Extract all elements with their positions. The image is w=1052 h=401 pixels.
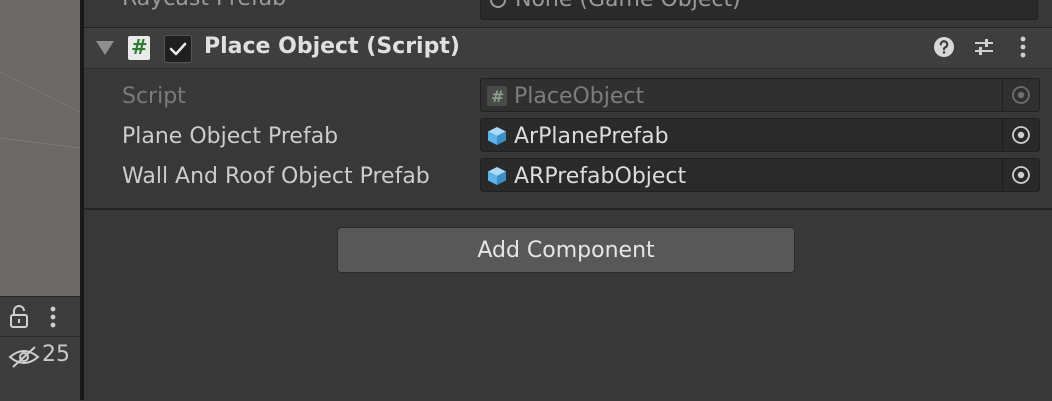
property-value: PlaceObject [514, 84, 645, 109]
prefab-cube-icon [487, 126, 507, 150]
component-separator [84, 208, 1052, 210]
component-title: Place Object (Script) [204, 34, 460, 59]
wall-and-roof-object-prefab-field[interactable]: ARPrefabObject [480, 158, 1040, 192]
previous-property-label: Raycast Prefab [122, 0, 286, 11]
prefab-cube-icon [487, 166, 507, 190]
previous-property-value: None (Game Object) [515, 0, 741, 12]
previous-property-row: Raycast Prefab None (Game Object) [84, 0, 1052, 28]
triangle-down-icon[interactable] [96, 41, 114, 55]
add-component-button[interactable]: Add Component [337, 227, 795, 273]
eye-slash-icon[interactable] [8, 345, 40, 373]
property-row-wall-and-roof-object-prefab: Wall And Roof Object Prefab ARPrefabObje… [84, 156, 1052, 194]
object-picker-button [1002, 79, 1039, 111]
component-enabled-checkbox[interactable] [164, 35, 192, 63]
property-value: ARPrefabObject [514, 164, 687, 189]
target-icon [1012, 126, 1030, 144]
svg-text:#: # [491, 87, 504, 106]
scene-view-fragment[interactable] [0, 0, 80, 296]
property-row-script: Script # PlaceObject [84, 76, 1052, 114]
script-object-field: # PlaceObject [480, 78, 1040, 112]
component-header[interactable]: # Place Object (Script) [84, 28, 1052, 69]
kebab-menu-icon[interactable] [1018, 36, 1028, 62]
gameobject-icon [489, 0, 507, 13]
hierarchy-toolbar [0, 296, 80, 337]
property-label: Wall And Roof Object Prefab [122, 164, 430, 189]
lock-open-icon[interactable] [8, 305, 30, 333]
hidden-layers-count: 25 [42, 342, 70, 367]
property-value: ArPlanePrefab [514, 124, 669, 149]
property-row-plane-object-prefab: Plane Object Prefab ArPlanePrefab [84, 116, 1052, 154]
target-icon [1012, 166, 1030, 184]
script-hash-icon: # [487, 86, 507, 110]
previous-property-field[interactable]: None (Game Object) [480, 0, 1038, 20]
kebab-menu-icon[interactable] [48, 305, 58, 333]
csharp-script-icon: # [128, 35, 150, 60]
help-circle-icon[interactable] [933, 36, 955, 62]
object-picker-button[interactable] [1002, 159, 1039, 191]
property-label: Script [122, 84, 186, 109]
object-picker-button[interactable] [1002, 119, 1039, 151]
sliders-icon[interactable] [973, 36, 995, 62]
inspector-panel: Raycast Prefab None (Game Object) # Plac… [84, 0, 1052, 400]
target-icon [1012, 86, 1030, 104]
checkmark-icon [169, 42, 187, 56]
property-label: Plane Object Prefab [122, 124, 339, 149]
plane-object-prefab-field[interactable]: ArPlanePrefab [480, 118, 1040, 152]
